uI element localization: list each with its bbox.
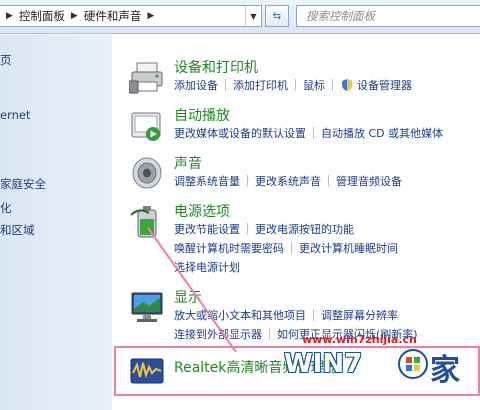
watermark-url: www.win7zhijia.cn	[302, 333, 417, 346]
windows-logo-icon	[398, 349, 428, 379]
watermark-brand-suffix: 家	[430, 353, 460, 388]
watermark-brand: WIN7	[284, 349, 363, 379]
watermark-logo: www.win7zhijia.cn WIN7 家	[280, 333, 480, 393]
